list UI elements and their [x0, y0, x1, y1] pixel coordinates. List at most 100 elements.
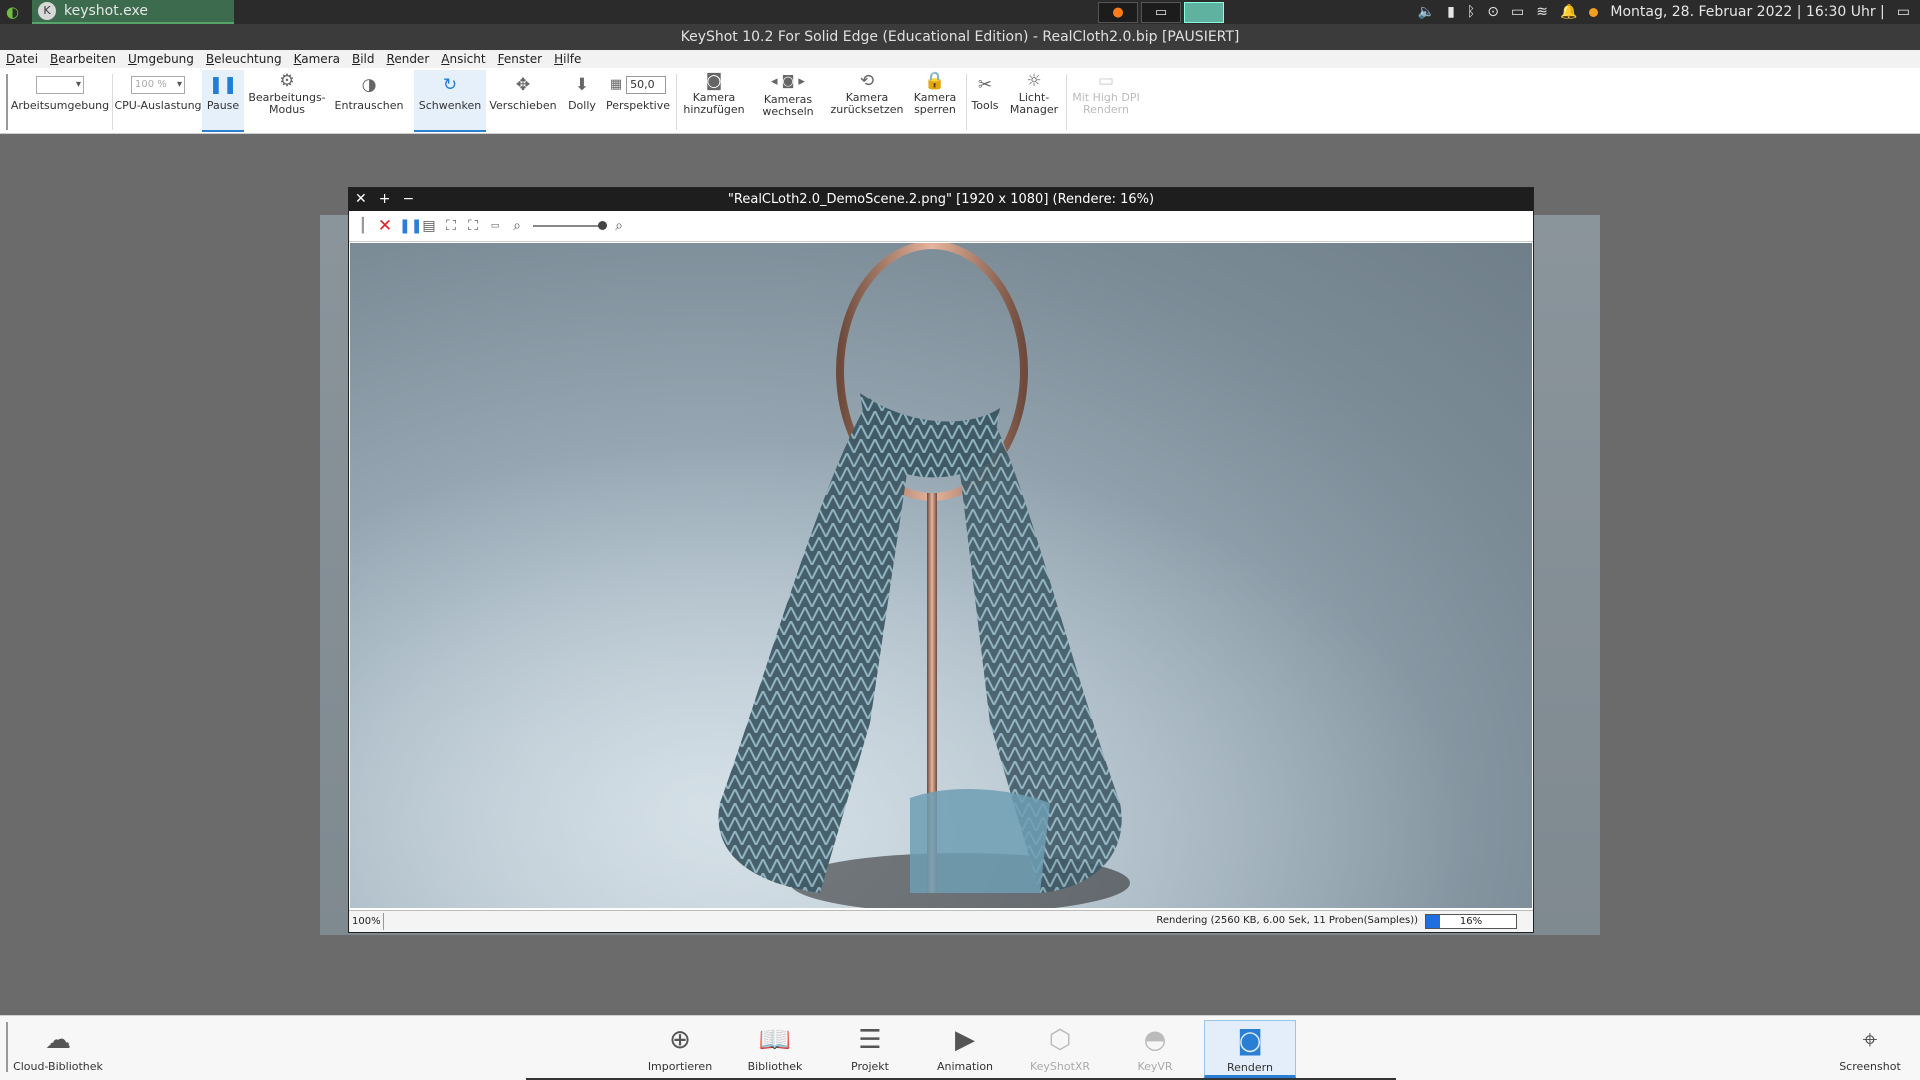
- kameras-wechseln-button[interactable]: ◂ ◙ ▸ Kameras wechseln: [752, 70, 824, 132]
- rendern-button[interactable]: ◙ Rendern: [1204, 1020, 1296, 1078]
- bluetooth-icon[interactable]: ᛒ: [1467, 4, 1475, 20]
- toolbar-grip[interactable]: [6, 74, 8, 130]
- menu-umgebung[interactable]: Umgebung: [128, 52, 194, 66]
- menu-ansicht[interactable]: Ansicht: [441, 52, 485, 66]
- render-image-graphic: [350, 243, 1532, 908]
- lock-camera-icon: 🔒: [924, 71, 946, 91]
- toolbar-separator: [966, 74, 967, 130]
- entrauschen-button[interactable]: ◑ Entrauschen: [330, 70, 408, 132]
- kamera-zurueck-label-2: zurücksetzen: [830, 103, 904, 116]
- show-desktop-icon[interactable]: ▭: [1897, 4, 1910, 20]
- animation-button[interactable]: ▶ Animation: [919, 1020, 1011, 1078]
- taskbar-task-keyshot[interactable]: K keyshot.exe: [32, 0, 234, 24]
- add-camera-icon: ◙: [705, 71, 723, 91]
- bell-icon[interactable]: 🔔: [1560, 4, 1577, 20]
- schwenken-button[interactable]: ↻ Schwenken: [414, 70, 486, 132]
- high-dpi-render-button[interactable]: ▭ Mit High DPI Rendern: [1068, 70, 1144, 132]
- keyvr-button[interactable]: ◓ KeyVR: [1109, 1020, 1201, 1078]
- menu-hilfe[interactable]: Hilfe: [554, 52, 581, 66]
- verschieben-button[interactable]: ✥ Verschieben: [488, 70, 558, 132]
- dolly-icon: ⬇: [574, 75, 590, 95]
- wifi-icon[interactable]: ≋: [1536, 4, 1548, 20]
- quick-launch: ● ▭: [1098, 2, 1224, 23]
- dolly-button[interactable]: ⬇ Dolly: [564, 70, 600, 132]
- menu-beleuchtung[interactable]: Beleuchtung: [206, 52, 282, 66]
- kamera-sperren-button[interactable]: 🔒 Kamera sperren: [908, 70, 962, 132]
- system-taskbar: ◐ K keyshot.exe ● ▭ 🔈 ▮ ᛒ ⊙ ▭ ≋ 🔔 Montag…: [0, 0, 1920, 24]
- save-icon[interactable]: ▤: [421, 218, 437, 234]
- import-icon: ⊕: [669, 1025, 691, 1055]
- entrauschen-label: Entrauschen: [334, 99, 404, 112]
- cloud-bibliothek-button[interactable]: ☁ Cloud-Bibliothek: [12, 1020, 104, 1078]
- stop-render-icon[interactable]: ✕: [377, 218, 393, 235]
- volume-icon[interactable]: 🔈: [1418, 4, 1435, 20]
- screenshot-button[interactable]: ⌖ Screenshot: [1824, 1020, 1916, 1078]
- app-menu-icon[interactable]: ◐: [6, 3, 24, 21]
- clock[interactable]: Montag, 28. Februar 2022 | 16:30 Uhr |: [1610, 4, 1884, 20]
- window-title: KeyShot 10.2 For Solid Edge (Educational…: [0, 24, 1920, 50]
- bearbeitungs-label-2: Modus: [269, 103, 305, 116]
- update-icon[interactable]: ⊙: [1487, 4, 1499, 20]
- toolbar-separator: [676, 74, 677, 130]
- perspektive-input[interactable]: 50,0: [626, 76, 667, 94]
- kamera-hinzufuegen-button[interactable]: ◙ Kamera hinzufügen: [680, 70, 748, 132]
- menu-bar: Datei Bearbeiten Umgebung Beleuchtung Ka…: [0, 50, 1920, 68]
- licht-manager-button[interactable]: ☼ Licht- Manager: [1006, 70, 1062, 132]
- maximize-icon[interactable]: +: [379, 188, 391, 211]
- tools-label: Tools: [971, 99, 999, 112]
- keyshot-icon: K: [38, 2, 56, 20]
- bottom-bar-grip[interactable]: [6, 1022, 8, 1072]
- zoom-slider[interactable]: [533, 221, 607, 230]
- actual-size-icon[interactable]: ▭: [487, 218, 503, 234]
- minimize-icon[interactable]: −: [402, 188, 414, 211]
- pause-icon: ❚❚: [208, 75, 238, 95]
- projekt-button[interactable]: ☰ Projekt: [824, 1020, 916, 1078]
- animation-play-icon: ▶: [955, 1025, 975, 1055]
- monitor-icon: ▭: [1097, 71, 1115, 91]
- arbeitsumgebung-dropdown[interactable]: [36, 76, 84, 94]
- zoom-in-icon[interactable]: ⌕: [611, 218, 627, 234]
- render-progress-bar: 16%: [1425, 914, 1517, 929]
- keyshotxr-button[interactable]: ⬡ KeyShotXR: [1014, 1020, 1106, 1078]
- importieren-button[interactable]: ⊕ Importieren: [634, 1020, 726, 1078]
- cpu-dropdown[interactable]: 100 %: [131, 76, 185, 94]
- close-icon[interactable]: ✕: [355, 188, 367, 211]
- pause-render-icon[interactable]: ❚❚: [399, 218, 422, 234]
- verschieben-label: Verschieben: [489, 99, 557, 112]
- reset-camera-icon: ⟲: [859, 71, 875, 91]
- menu-datei[interactable]: Datei: [6, 52, 38, 66]
- drive-icon[interactable]: ▭: [1511, 4, 1524, 20]
- pause-button[interactable]: ❚❚ Pause: [202, 70, 244, 132]
- bearbeitungsmodus-button[interactable]: ⚙ Bearbeitungs- Modus: [246, 70, 328, 132]
- edit-mode-icon: ⚙: [279, 71, 295, 91]
- render-window: ✕ + − "RealCLoth2.0_DemoScene.2.png" [19…: [348, 187, 1534, 933]
- realtime-viewport[interactable]: ✕ + − "RealCLoth2.0_DemoScene.2.png" [19…: [0, 135, 1920, 1015]
- menu-fenster[interactable]: Fenster: [498, 52, 543, 66]
- bibliothek-button[interactable]: 📖 Bibliothek: [729, 1020, 821, 1078]
- battery-icon[interactable]: ▮: [1447, 4, 1455, 20]
- kamera-zuruecksetzen-button[interactable]: ⟲ Kamera zurücksetzen: [828, 70, 906, 132]
- schwenken-label: Schwenken: [418, 99, 482, 112]
- fit-view-icon[interactable]: ⛶: [465, 218, 481, 234]
- folder-icon[interactable]: ▭: [1141, 2, 1181, 23]
- perspektive-label: Perspektive: [605, 99, 671, 112]
- render-statusbar: 100% Rendering (2560 KB, 6.00 Sek, 11 Pr…: [349, 910, 1533, 932]
- taskbar-task-label: keyshot.exe: [64, 3, 149, 19]
- bibliothek-label: Bibliothek: [747, 1060, 803, 1073]
- menu-bearbeiten[interactable]: Bearbeiten: [50, 52, 116, 66]
- zoom-slider-knob[interactable]: [598, 221, 607, 230]
- firefox-icon[interactable]: ●: [1098, 2, 1138, 23]
- tools-button[interactable]: ✂ Tools: [968, 70, 1002, 132]
- menu-kamera[interactable]: Kamera: [294, 52, 340, 66]
- perspektive-tool: ▦ 50,0 Perspektive: [604, 70, 672, 132]
- zoom-out-icon[interactable]: ⌕: [509, 218, 525, 234]
- render-window-titlebar[interactable]: ✕ + − "RealCLoth2.0_DemoScene.2.png" [19…: [349, 188, 1533, 211]
- crop-icon[interactable]: ⛶: [443, 218, 459, 234]
- menu-bild[interactable]: Bild: [352, 52, 375, 66]
- light-manager-icon: ☼: [1026, 71, 1042, 91]
- workspace-switcher[interactable]: [1184, 2, 1224, 23]
- orbit-icon: ↻: [442, 75, 458, 95]
- toolbar-grip[interactable]: ┃: [355, 218, 371, 234]
- menu-render[interactable]: Render: [387, 52, 430, 66]
- pan-icon: ✥: [515, 75, 531, 95]
